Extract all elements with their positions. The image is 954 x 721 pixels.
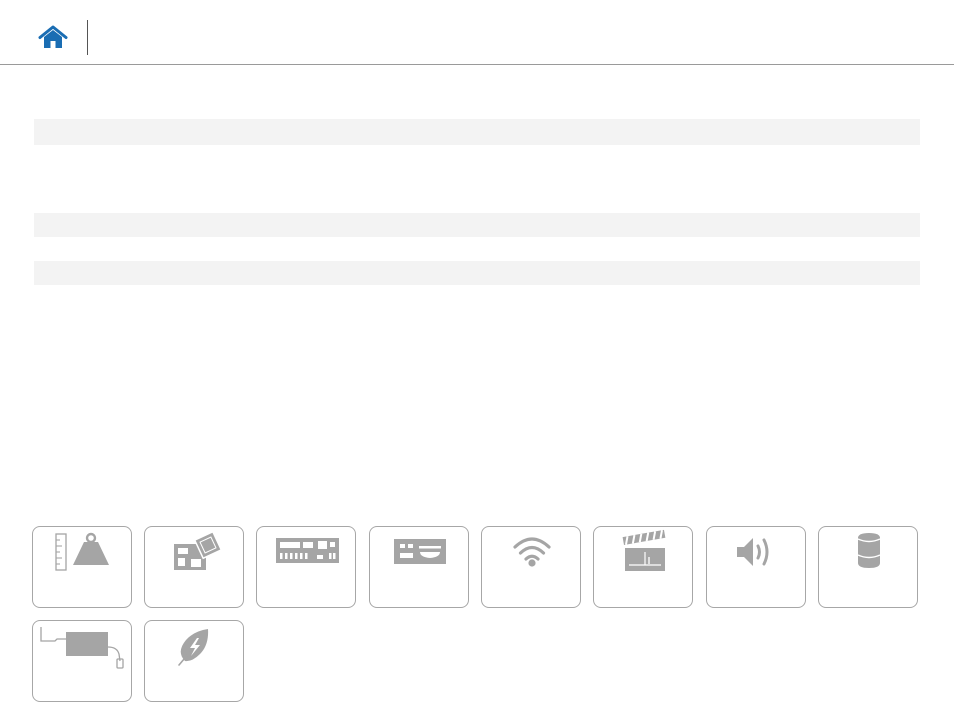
storage-drive-icon [857, 533, 881, 568]
home-icon [38, 25, 68, 48]
header-divider [87, 20, 88, 55]
content-band-3 [34, 261, 920, 285]
top-header [0, 0, 954, 65]
video-tile[interactable] [593, 526, 693, 608]
power-tile[interactable] [32, 620, 132, 702]
audio-tile[interactable] [706, 526, 806, 608]
wireless-tile[interactable] [481, 526, 581, 608]
video-clapper-icon [622, 529, 666, 571]
eco-leaf-icon [178, 629, 209, 666]
weight-dimensions-tile[interactable] [32, 526, 132, 608]
front-panel-ports-icon [394, 539, 446, 564]
content-band-1 [34, 119, 920, 145]
home-button[interactable] [38, 25, 68, 51]
rear-panel-ports-icon [276, 538, 339, 563]
eco-tile[interactable] [144, 620, 244, 702]
content-band-2 [34, 213, 920, 237]
rear-panel-tile[interactable] [256, 526, 356, 608]
power-adapter-icon [40, 627, 124, 669]
front-panel-tile[interactable] [369, 526, 469, 608]
motherboard-tile[interactable] [144, 526, 244, 608]
weight-dimensions-icon [55, 532, 109, 571]
storage-tile[interactable] [818, 526, 918, 608]
audio-speaker-icon [737, 538, 769, 566]
wireless-icon [513, 537, 551, 567]
motherboard-icon [174, 530, 223, 570]
